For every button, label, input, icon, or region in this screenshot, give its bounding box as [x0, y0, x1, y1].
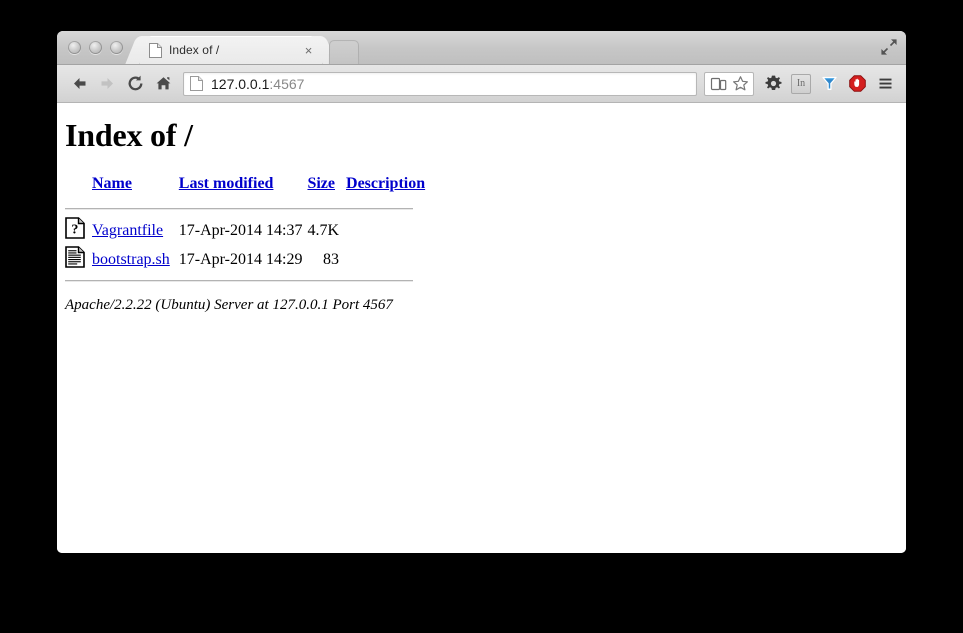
reload-icon	[128, 75, 142, 91]
table-row: ? Vagrantfile 17-Apr-2014 14:37 4.7K	[65, 216, 425, 245]
adblock-extension-button[interactable]	[844, 71, 870, 97]
tab-title: Index of /	[169, 43, 220, 57]
address-bar-text: 127.0.0.1:4567	[211, 76, 304, 92]
page-icon	[149, 42, 162, 58]
listing-header: Name Last modified Size Description	[65, 175, 425, 216]
sort-by-description-link[interactable]: Description	[346, 175, 425, 192]
minimize-window-button[interactable]	[89, 41, 102, 54]
new-tab-button[interactable]	[328, 40, 360, 65]
forward-arrow-icon	[101, 78, 113, 89]
forward-button[interactable]	[93, 70, 121, 98]
sort-by-date-link[interactable]: Last modified	[179, 175, 274, 192]
reload-button[interactable]	[121, 70, 149, 98]
page-icon	[190, 76, 203, 91]
settings-button[interactable]	[760, 71, 786, 97]
home-button[interactable]	[149, 70, 177, 98]
row-date-cell: 17-Apr-2014 14:37	[178, 221, 303, 239]
url-port: :4567	[269, 75, 305, 92]
listing-body: ? Vagrantfile 17-Apr-2014 14:37 4.7K boo…	[65, 216, 425, 288]
row-description-cell	[346, 245, 425, 274]
column-header-size: Size	[307, 175, 346, 193]
bottom-rule-row	[65, 274, 425, 288]
unknown-file-icon: ?	[65, 217, 85, 239]
column-header-description: Description	[346, 175, 425, 193]
browser-toolbar: 127.0.0.1:4567 In	[57, 65, 906, 103]
row-description-cell	[346, 216, 425, 245]
row-icon-cell	[65, 245, 92, 274]
column-header-date: Last modified	[179, 175, 308, 193]
star-icon	[732, 76, 748, 91]
listing-header-row: Name Last modified Size Description	[65, 175, 425, 193]
column-header-name: Name	[92, 175, 179, 193]
horizontal-rule-bottom	[65, 280, 413, 282]
adblock-stop-icon	[848, 75, 866, 92]
window-controls	[68, 41, 123, 54]
bookmark-star-button[interactable]	[729, 73, 751, 95]
file-link[interactable]: bootstrap.sh	[92, 251, 170, 268]
row-name-cell: bootstrap.sh	[92, 245, 179, 274]
back-arrow-icon	[73, 78, 85, 89]
omnibox-action-group	[704, 71, 754, 96]
close-window-button[interactable]	[68, 41, 81, 54]
mobile-view-button[interactable]	[707, 73, 729, 95]
gear-icon	[765, 75, 781, 90]
hamburger-menu-icon	[879, 78, 891, 89]
funnel-icon	[821, 76, 837, 90]
tab-strip: Index of / ×	[57, 31, 906, 65]
text-file-icon	[65, 246, 85, 268]
top-rule-row	[65, 202, 425, 216]
page-content: Index of / Name Last modified Size Descr…	[57, 103, 906, 553]
server-signature: Apache/2.2.22 (Ubuntu) Server at 127.0.0…	[65, 297, 393, 313]
sort-by-size-link[interactable]: Size	[307, 175, 335, 192]
row-size-cell: 4.7K	[307, 221, 340, 239]
in-extension-label: In	[791, 73, 811, 94]
home-icon	[156, 77, 170, 90]
extensions-area: In	[760, 71, 898, 97]
browser-menu-button[interactable]	[872, 71, 898, 97]
url-host: 127.0.0.1	[211, 75, 270, 92]
sort-by-name-link[interactable]: Name	[92, 175, 132, 192]
tab-close-icon[interactable]: ×	[301, 43, 316, 58]
row-size-cell: 83	[323, 250, 340, 268]
back-button[interactable]	[65, 70, 93, 98]
horizontal-rule-top	[65, 208, 413, 210]
in-extension-button[interactable]: In	[788, 71, 814, 97]
page-title: Index of /	[65, 117, 193, 153]
row-icon-cell: ?	[65, 216, 92, 245]
browser-window: Index of / × 127.0.0.1:4567 In Index of …	[57, 31, 906, 553]
zoom-window-button[interactable]	[110, 41, 123, 54]
file-link[interactable]: Vagrantfile	[92, 222, 163, 239]
svg-text:?: ?	[71, 223, 78, 238]
header-spacer-row	[65, 193, 425, 202]
funnel-extension-button[interactable]	[816, 71, 842, 97]
fullscreen-icon[interactable]	[880, 38, 898, 56]
column-header-icon	[65, 175, 92, 193]
device-icon	[710, 77, 726, 91]
row-date-cell: 17-Apr-2014 14:29	[178, 250, 303, 268]
directory-listing-table: Name Last modified Size Description ? Va…	[65, 175, 425, 288]
row-name-cell: Vagrantfile	[92, 216, 179, 245]
table-row: bootstrap.sh 17-Apr-2014 14:29 83	[65, 245, 425, 274]
address-bar[interactable]: 127.0.0.1:4567	[183, 71, 697, 96]
tab-index-of[interactable]: Index of / ×	[140, 36, 322, 64]
